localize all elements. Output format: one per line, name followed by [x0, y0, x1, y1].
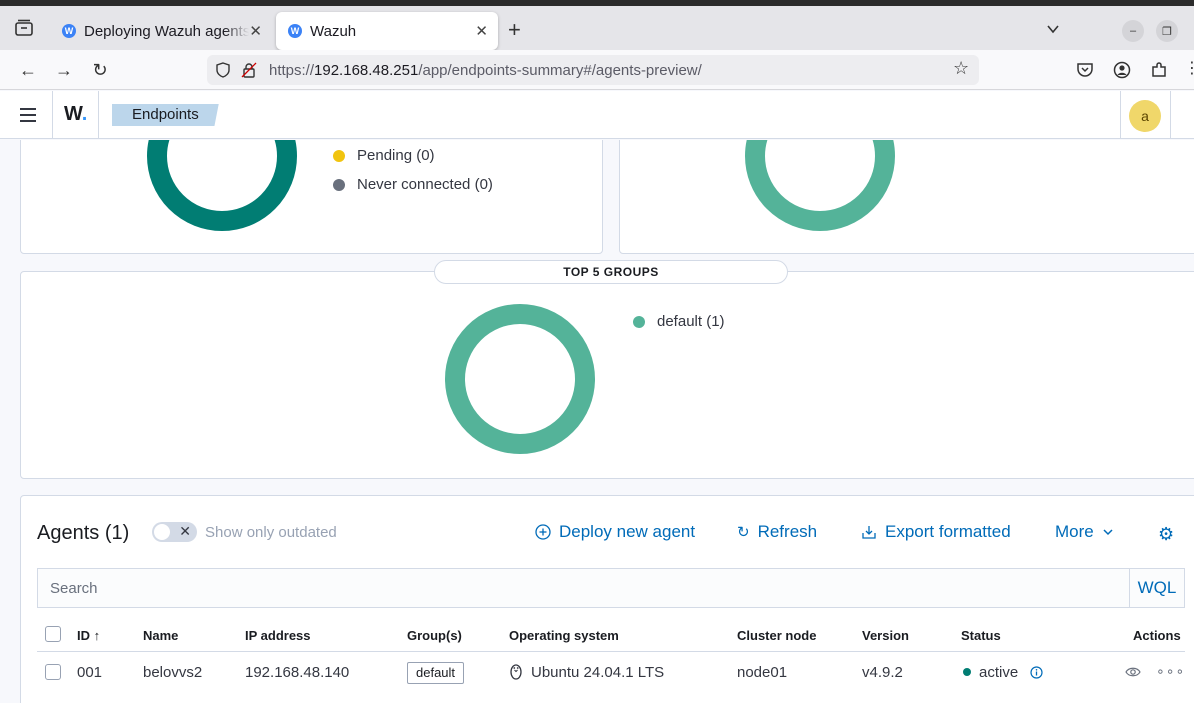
os-donut-chart: [745, 140, 895, 231]
tab-title: Wazuh: [310, 22, 357, 40]
plus-circle-icon: [535, 524, 551, 540]
agent-version: v4.9.2: [862, 664, 903, 681]
select-all-checkbox[interactable]: [45, 626, 61, 642]
legend-item-never-connected: Never connected (0): [333, 176, 493, 193]
row-actions-more-icon[interactable]: ∘∘∘: [1156, 663, 1185, 680]
refresh-button[interactable]: ↻ Refresh: [737, 522, 817, 542]
header-divider: [1120, 91, 1121, 139]
outdated-toggle-label: Show only outdated: [205, 524, 337, 541]
url-bar[interactable]: https://192.168.48.251/app/endpoints-sum…: [207, 55, 979, 85]
legend-item-default: default (1): [633, 313, 725, 330]
breadcrumb-endpoints[interactable]: Endpoints: [112, 104, 219, 126]
tab-title: Deploying Wazuh agents: [84, 22, 249, 40]
wql-button[interactable]: WQL: [1129, 569, 1184, 607]
close-tab-icon[interactable]: ✕: [249, 22, 262, 40]
user-avatar[interactable]: a: [1129, 100, 1161, 132]
wazuh-favicon-icon: W: [62, 24, 76, 38]
tab-list-icon[interactable]: [14, 19, 34, 37]
status-donut-ring: [147, 140, 297, 231]
back-icon[interactable]: ←: [18, 60, 38, 80]
groups-donut-ring: [445, 304, 595, 454]
groups-panel-title: TOP 5 GROUPS: [434, 260, 788, 284]
legend-dot: [333, 149, 345, 162]
content-area: Pending (0) Never connected (0) default …: [0, 140, 1194, 703]
column-header-groups[interactable]: Group(s): [407, 628, 462, 643]
close-tab-icon[interactable]: ✕: [475, 22, 488, 40]
legend-dot: [633, 315, 645, 328]
search-bar: WQL: [37, 568, 1185, 608]
groups-donut-chart: [445, 304, 595, 454]
gear-icon[interactable]: ⚙: [1158, 524, 1174, 545]
forward-icon[interactable]: →: [54, 60, 74, 80]
column-header-status[interactable]: Status: [961, 628, 1001, 643]
agent-cluster-node: node01: [737, 664, 788, 681]
browser-tab-deploying[interactable]: W Deploying Wazuh agents ✕: [50, 12, 272, 50]
wazuh-logo[interactable]: W.: [64, 103, 87, 126]
search-input[interactable]: [38, 569, 1130, 607]
status-dot: [963, 668, 971, 676]
reload-icon[interactable]: ↻: [90, 60, 110, 80]
info-icon[interactable]: [1030, 666, 1043, 679]
header-divider: [52, 91, 53, 139]
refresh-icon: ↻: [737, 524, 750, 541]
menu-overflow-icon[interactable]: ⋮: [1184, 58, 1194, 78]
restore-icon[interactable]: ❐: [1156, 20, 1178, 42]
agent-name[interactable]: belovvs2: [143, 664, 202, 681]
bookmark-star-icon[interactable]: ☆: [953, 58, 969, 79]
toggle-knob: [154, 524, 170, 540]
column-header-os[interactable]: Operating system: [509, 628, 619, 643]
column-header-version[interactable]: Version: [862, 628, 909, 643]
tab-overflow-chevron-icon[interactable]: [1046, 22, 1060, 36]
eye-icon[interactable]: [1125, 665, 1141, 679]
export-icon: [862, 526, 876, 539]
column-header-id[interactable]: ID ↑: [77, 628, 100, 643]
agent-os: Ubuntu 24.04.1 LTS: [531, 664, 665, 681]
header-divider: [98, 91, 99, 139]
browser-tab-wazuh[interactable]: W Wazuh ✕: [276, 12, 498, 50]
minimize-icon[interactable]: –: [1122, 20, 1144, 42]
legend-item-pending: Pending (0): [333, 147, 435, 164]
status-donut-chart: [147, 140, 297, 231]
column-header-ip[interactable]: IP address: [245, 628, 311, 643]
header-divider: [1170, 91, 1171, 139]
row-divider: [37, 651, 1185, 652]
browser-nav-bar: ← → ↻ https://192.168.48.251/app/endpoin…: [0, 50, 1194, 90]
new-tab-icon[interactable]: +: [508, 19, 521, 41]
outdated-toggle[interactable]: ✕: [152, 522, 197, 542]
linux-icon: [510, 664, 522, 680]
legend-dot: [333, 178, 345, 191]
app-header: W. Endpoints a: [0, 91, 1194, 139]
chevron-down-icon: [1103, 529, 1113, 536]
toggle-off-icon: ✕: [179, 523, 191, 539]
os-donut-ring: [745, 140, 895, 231]
sort-ascending-icon: ↑: [93, 628, 101, 643]
deploy-new-agent-button[interactable]: Deploy new agent: [535, 522, 695, 542]
agents-title: Agents (1): [37, 522, 130, 544]
shield-icon[interactable]: [215, 62, 231, 78]
column-header-name[interactable]: Name: [143, 628, 178, 643]
groups-panel: default (1): [20, 271, 1194, 479]
more-button[interactable]: More: [1055, 522, 1114, 542]
export-formatted-button[interactable]: Export formatted: [861, 522, 1011, 542]
agent-id[interactable]: 001: [77, 664, 102, 681]
wazuh-favicon-icon: W: [288, 24, 302, 38]
group-badge[interactable]: default: [407, 662, 465, 684]
agent-status: active: [979, 664, 1019, 681]
row-checkbox[interactable]: [45, 664, 61, 680]
status-panel: Pending (0) Never connected (0): [20, 140, 603, 254]
os-panel: [619, 140, 1194, 254]
extensions-icon[interactable]: [1150, 61, 1168, 79]
hamburger-menu-icon[interactable]: [20, 108, 36, 122]
agent-ip: 192.168.48.140: [245, 664, 350, 681]
pocket-icon[interactable]: [1076, 61, 1094, 79]
browser-tab-bar: W Deploying Wazuh agents ✕ W Wazuh ✕ + –…: [0, 0, 1194, 50]
lock-icon[interactable]: [241, 62, 257, 78]
account-icon[interactable]: [1113, 61, 1131, 79]
column-header-cluster-node[interactable]: Cluster node: [737, 628, 816, 643]
column-header-actions: Actions: [1133, 628, 1181, 643]
url-text: https://192.168.48.251/app/endpoints-sum…: [269, 62, 702, 79]
